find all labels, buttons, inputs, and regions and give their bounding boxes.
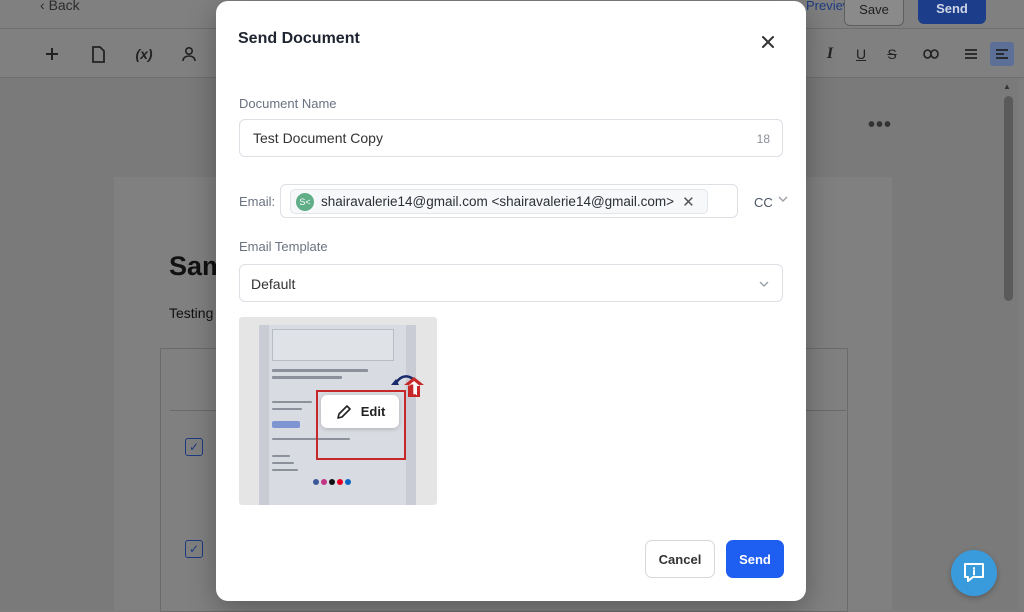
preview-text-line — [272, 462, 294, 464]
send-button-header[interactable]: Send — [918, 0, 986, 24]
send-button[interactable]: Send — [726, 540, 784, 578]
scroll-thumb[interactable] — [1004, 96, 1013, 301]
recipient-avatar: S< — [296, 192, 314, 211]
preview-image-placeholder — [272, 329, 394, 361]
preview-text-line — [272, 408, 302, 410]
chevron-down-icon[interactable] — [777, 193, 789, 205]
recipient-email: shairavalerie14@gmail.com <shairavalerie… — [321, 194, 675, 209]
preview-text-line — [272, 455, 290, 457]
variable-icon[interactable]: (x) — [130, 42, 158, 66]
edit-template-button[interactable]: Edit — [321, 395, 399, 428]
document-name-input[interactable]: Test Document Copy 18 — [239, 119, 783, 157]
chevron-down-icon — [759, 281, 769, 287]
char-count: 18 — [756, 132, 770, 146]
user-icon[interactable] — [177, 42, 201, 66]
step-number: 1 — [407, 381, 417, 400]
align-justify-icon[interactable] — [959, 42, 983, 66]
email-input[interactable]: S< shairavalerie14@gmail.com <shairavale… — [280, 184, 788, 218]
italic-icon[interactable]: I — [818, 42, 842, 66]
preview-text-line — [272, 401, 312, 403]
scroll-up-icon[interactable]: ▲ — [1003, 82, 1011, 91]
preview-text-line — [272, 438, 350, 440]
recipient-chip[interactable]: S< shairavalerie14@gmail.com <shairavale… — [290, 189, 708, 214]
cc-link[interactable]: CC — [754, 195, 773, 210]
pencil-icon — [336, 404, 351, 419]
preview-text-line — [272, 369, 368, 372]
send-document-modal: Send Document Document Name Test Documen… — [216, 1, 806, 601]
save-button[interactable]: Save — [844, 0, 904, 26]
remove-recipient-icon[interactable]: ✕ — [682, 193, 695, 211]
template-preview[interactable]: Edit 1 — [239, 317, 437, 505]
align-left-icon[interactable] — [990, 42, 1014, 66]
email-template-select[interactable]: Default — [239, 264, 783, 302]
cancel-button[interactable]: Cancel — [645, 540, 715, 578]
close-icon — [762, 36, 774, 48]
help-chat-icon — [964, 563, 984, 582]
document-icon[interactable] — [86, 42, 110, 66]
close-button[interactable] — [754, 28, 782, 56]
preview-social-icon — [345, 479, 351, 485]
email-template-label: Email Template — [239, 239, 328, 254]
document-name-label: Document Name — [239, 96, 337, 111]
preview-text-line — [272, 376, 342, 379]
back-button[interactable]: ‹ Back — [40, 0, 80, 13]
back-label: Back — [48, 0, 80, 13]
edit-label: Edit — [360, 404, 386, 419]
link-icon[interactable] — [919, 42, 943, 66]
preview-social-icon — [329, 479, 335, 485]
email-template-value: Default — [251, 276, 296, 292]
preview-social-icon — [313, 479, 319, 485]
preview-social-icon — [337, 479, 343, 485]
preview-social-icon — [321, 479, 327, 485]
underline-icon[interactable]: U — [849, 42, 873, 66]
modal-title: Send Document — [238, 30, 360, 47]
help-button[interactable] — [951, 550, 997, 596]
document-text: Testing — [169, 305, 214, 321]
more-options-icon[interactable]: ••• — [868, 114, 892, 137]
strikethrough-icon[interactable]: S — [880, 42, 904, 66]
preview-button — [272, 421, 300, 428]
email-label: Email: — [239, 194, 276, 209]
checkbox-icon[interactable]: ✓ — [185, 438, 203, 456]
add-icon[interactable] — [40, 42, 64, 66]
preview-text-line — [272, 469, 298, 471]
checkbox-icon[interactable]: ✓ — [185, 540, 203, 558]
document-name-value: Test Document Copy — [253, 130, 383, 146]
